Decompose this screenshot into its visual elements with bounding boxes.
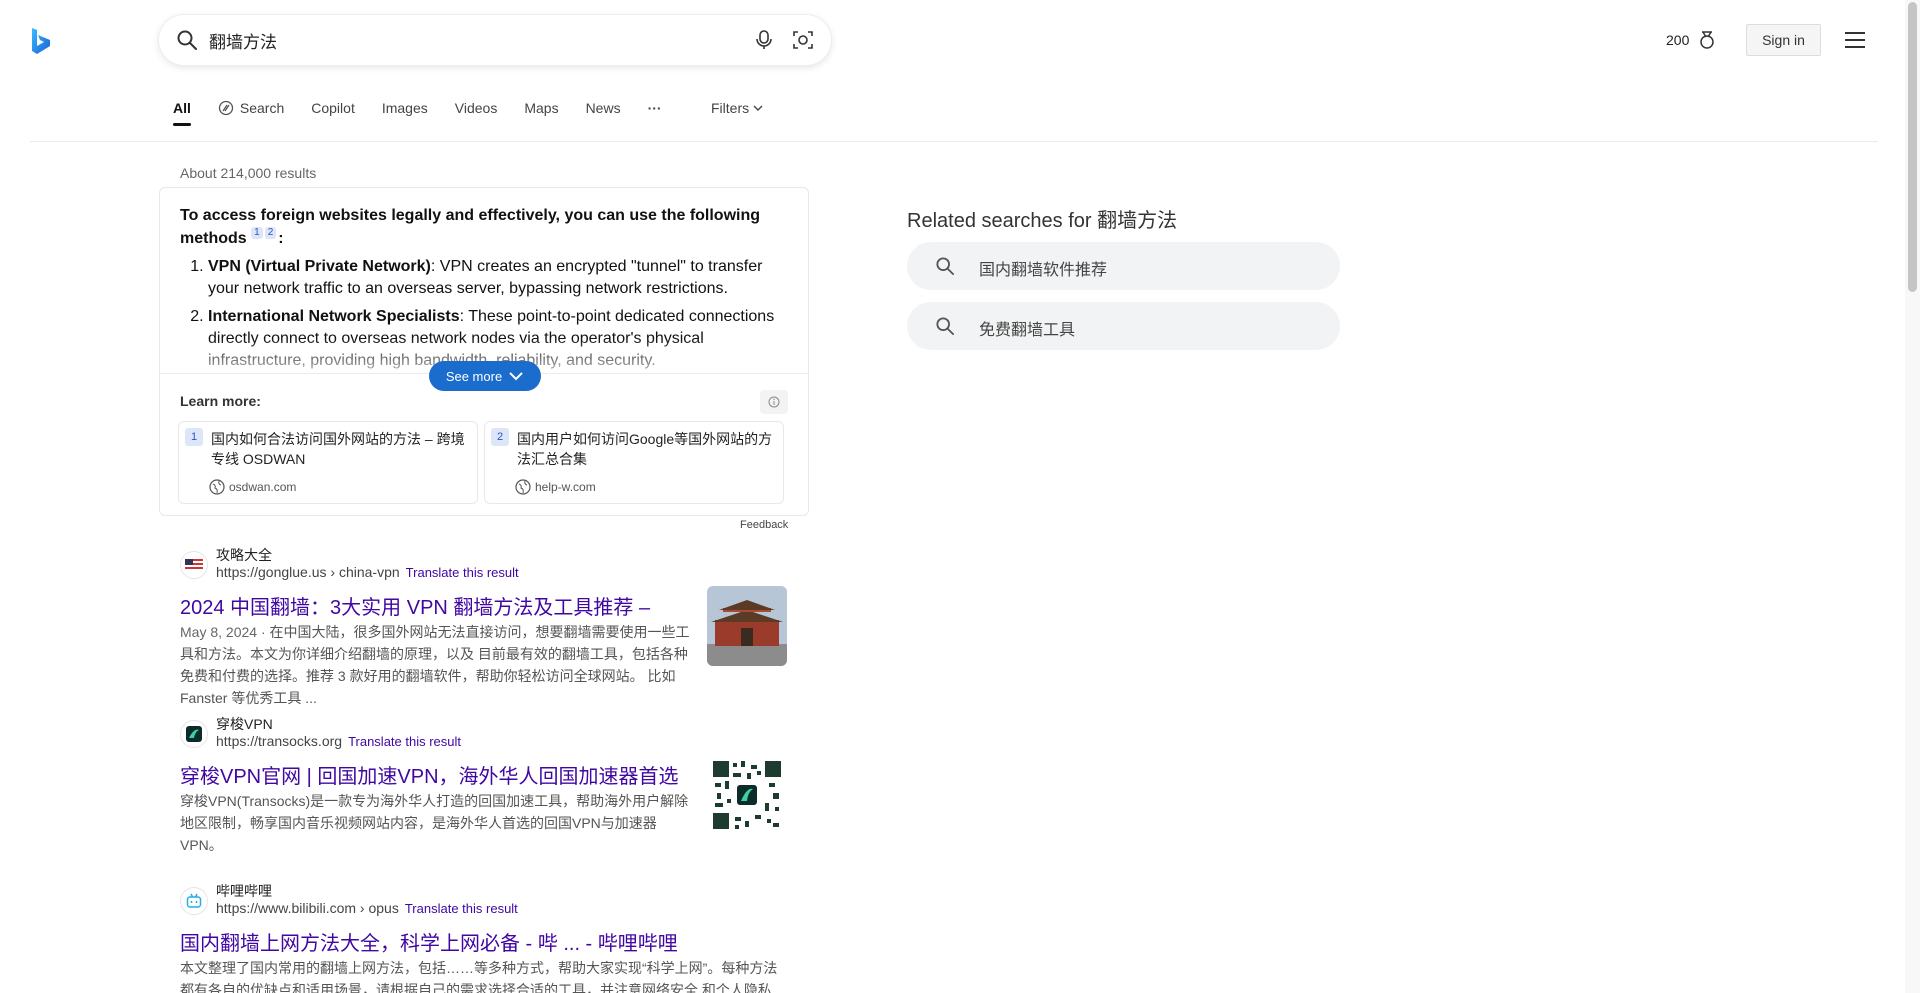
tab-news-label: News [585,100,621,116]
info-icon[interactable] [760,390,788,414]
answer-item: VPN (Virtual Private Network): VPN creat… [208,256,780,300]
copilot-answer-card: To access foreign websites legally and e… [159,187,809,516]
source-number: 2 [491,428,509,446]
source-site: help-w.com [515,479,596,495]
tab-videos-label: Videos [454,100,498,116]
tab-images-label: Images [381,100,428,116]
result-site-name: 哔哩哔哩 [216,883,272,899]
rewards-counter[interactable]: 200 [1666,30,1717,50]
see-more-label: See more [445,368,503,384]
source-title: 国内如何合法访问国外网站的方法 – 跨境专线 OSDWAN [211,431,465,467]
result-site-name: 穿梭VPN [216,716,273,732]
tab-news[interactable]: News [586,94,621,122]
filters-label: Filters [711,100,750,116]
search-icon[interactable] [177,30,197,50]
result-title-link[interactable]: 国内翻墙上网方法大全，科学上网必备 - 哔 ... - 哔哩哔哩 [180,927,678,956]
search-box[interactable] [159,15,831,65]
globe-icon [209,479,225,495]
result-snippet: 本文整理了国内常用的翻墙上网方法，包括……等多种方式，帮助大家实现“科学上网”。… [180,957,780,993]
tab-search[interactable]: Search [218,94,284,122]
citation-1[interactable]: 1 [251,227,263,239]
source-site: osdwan.com [209,479,297,495]
result-url-line: https://gonglue.us › china-vpn Translate … [216,564,519,580]
feedback-link[interactable]: Feedback [740,519,788,531]
bing-logo-icon[interactable] [30,27,52,55]
bing-results-page: 200 Sign in All Search Copilot Images Vi… [0,0,1920,993]
menu-icon[interactable] [1844,31,1866,49]
answer-intro: To access foreign websites legally and e… [180,207,761,247]
tab-copilot-label: Copilot [311,100,355,116]
source-site-name: help-w.com [535,480,596,494]
result-url[interactable]: https://transocks.org [216,733,342,749]
source-title: 国内用户如何访问Google等国外网站的方法汇总合集 [517,431,773,467]
search-icon [936,317,954,335]
result-snippet: May 8, 2024 · 在中国大陆，很多国外网站无法直接访问，想要翻墙需要使… [180,621,692,709]
learn-more-label: Learn more: [180,393,261,409]
copilot-search-icon [218,100,234,116]
more-icon: ··· [647,100,662,116]
translate-link[interactable]: Translate this result [348,734,461,749]
related-searches-title: Related searches for 翻墙方法 [907,210,1178,232]
filters-dropdown[interactable]: Filters [711,94,763,122]
result-url[interactable]: https://www.bilibili.com › opus [216,900,399,916]
search-icon [936,257,954,275]
source-number: 1 [185,428,203,446]
see-more-button[interactable]: See more [429,361,541,391]
rewards-points: 200 [1666,32,1690,48]
result-title-link[interactable]: 穿梭VPN官网 | 回国加速VPN，海外华人回国加速器首选 [180,760,679,789]
us-flag-icon [180,551,208,579]
source-site-name: osdwan.com [229,480,297,494]
tab-all-label: All [173,100,191,116]
tab-search-label: Search [239,100,285,116]
tab-maps[interactable]: Maps [524,94,558,122]
related-search-text: 免费翻墙工具 [979,322,1076,339]
translate-link[interactable]: Translate this result [405,901,518,916]
transocks-logo-icon [180,720,208,748]
result-url-line: https://www.bilibili.com › opus Translate… [216,900,518,916]
result-title-link[interactable]: 2024 中国翻墙：3大实用 VPN 翻墙方法及工具推荐 – [180,591,650,620]
translate-link[interactable]: Translate this result [406,565,519,580]
chevron-down-icon [753,105,763,111]
result-url-line: https://transocks.org Translate this resu… [216,733,461,749]
answer-item-term: International Network Specialists [208,308,460,325]
source-card-2[interactable]: 2 国内用户如何访问Google等国外网站的方法汇总合集 help-w.com [484,421,784,504]
result-snippet-text: 本文整理了国内常用的翻墙上网方法，包括……等多种方式，帮助大家实现“科学上网”。… [180,960,778,993]
tab-maps-label: Maps [524,100,559,116]
scope-tabs: All Search Copilot Images Videos Maps Ne… [173,94,689,126]
related-search-text: 国内翻墙软件推荐 [979,262,1108,279]
globe-icon [515,479,531,495]
header-divider [30,141,1878,142]
tab-copilot[interactable]: Copilot [311,94,355,122]
qr-code-thumbnail[interactable] [711,759,783,831]
tab-more[interactable]: ··· [648,94,662,122]
result-site-name: 攻略大全 [216,547,272,563]
tab-videos[interactable]: Videos [455,94,498,122]
rewards-medal-icon [1700,31,1715,49]
search-input[interactable] [209,27,689,53]
citation-2[interactable]: 2 [264,227,277,239]
related-search-item[interactable]: 免费翻墙工具 [907,302,1340,350]
results-count: About 214,000 results [180,165,317,181]
result-snippet: 穿梭VPN(Transocks)是一款专为海外华人打造的回国加速工具，帮助海外用… [180,790,692,856]
page-scrollbar-thumb[interactable] [1908,2,1917,292]
visual-search-icon[interactable] [792,29,814,51]
result-url[interactable]: https://gonglue.us › china-vpn [216,564,400,580]
tab-all[interactable]: All [173,94,191,126]
tab-images[interactable]: Images [382,94,428,122]
source-card-1[interactable]: 1 国内如何合法访问国外网站的方法 – 跨境专线 OSDWAN osdwan.c… [178,421,478,504]
answer-item-term: VPN (Virtual Private Network) [208,258,431,275]
result-snippet-text: 穿梭VPN(Transocks)是一款专为海外华人打造的回国加速工具，帮助海外用… [180,793,689,853]
result-thumbnail[interactable] [707,586,787,666]
result-date: May 8, 2024 · [180,624,270,640]
microphone-icon[interactable] [753,29,775,51]
related-search-item[interactable]: 国内翻墙软件推荐 [907,242,1340,290]
chevron-down-icon [509,372,523,381]
bilibili-logo-icon [180,887,208,915]
sign-in-button[interactable]: Sign in [1746,24,1821,56]
